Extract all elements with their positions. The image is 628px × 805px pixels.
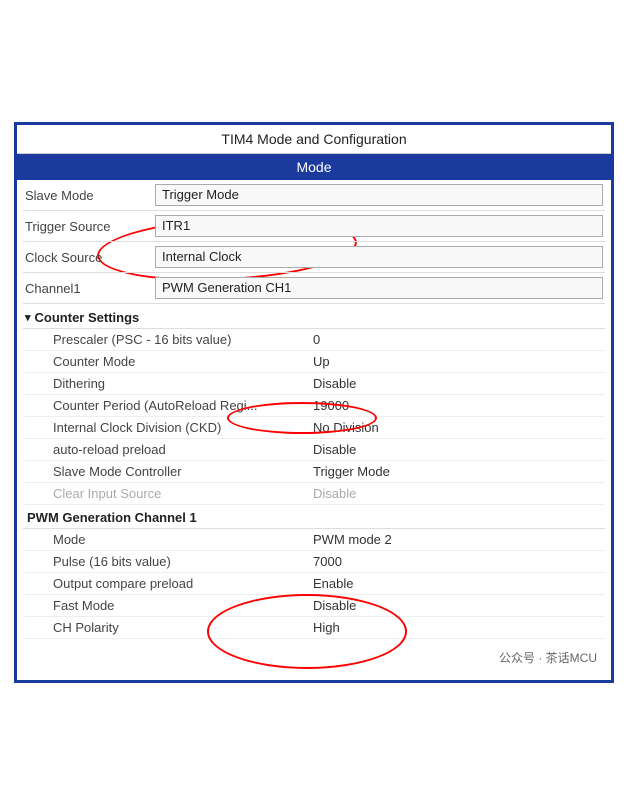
trigger-source-label: Trigger Source (25, 219, 155, 234)
ch-polarity-value: High (313, 620, 603, 635)
fast-mode-value: Disable (313, 598, 603, 613)
auto-reload-row: auto-reload preload Disable (23, 439, 605, 461)
clear-input-source-label: Clear Input Source (53, 486, 313, 501)
pulse-label: Pulse (16 bits value) (53, 554, 313, 569)
auto-reload-label: auto-reload preload (53, 442, 313, 457)
counter-settings-arrow: ▾ (25, 311, 31, 324)
clock-source-row: Clock Source Internal Clock (23, 242, 605, 273)
counter-settings-header: ▾ Counter Settings (23, 304, 605, 329)
mode-section-header: Mode (17, 154, 611, 180)
pwm-mode-row: Mode PWM mode 2 (23, 529, 605, 551)
prescaler-value: 0 (313, 332, 603, 347)
counter-mode-value: Up (313, 354, 603, 369)
pulse-row: Pulse (16 bits value) 7000 (23, 551, 605, 573)
dithering-value: Disable (313, 376, 603, 391)
internal-clock-div-row: Internal Clock Division (CKD) No Divisio… (23, 417, 605, 439)
main-content: Slave Mode Trigger Mode Trigger Source I… (17, 180, 611, 680)
counter-settings-label: Counter Settings (35, 310, 140, 325)
slave-mode-value[interactable]: Trigger Mode (155, 184, 603, 206)
trigger-source-value[interactable]: ITR1 (155, 215, 603, 237)
clock-source-label: Clock Source (25, 250, 155, 265)
clock-source-value[interactable]: Internal Clock (155, 246, 603, 268)
pulse-value: 7000 (313, 554, 603, 569)
pwm-generation-label: PWM Generation Channel 1 (27, 510, 197, 525)
trigger-source-row: Trigger Source ITR1 (23, 211, 605, 242)
dithering-label: Dithering (53, 376, 313, 391)
ch-polarity-row: CH Polarity High (23, 617, 605, 639)
counter-period-row: Counter Period (AutoReload Regi... 19000 (23, 395, 605, 417)
clear-input-source-value: Disable (313, 486, 603, 501)
channel1-row: Channel1 PWM Generation CH1 (23, 273, 605, 304)
slave-mode-controller-value: Trigger Mode (313, 464, 603, 479)
pwm-mode-value: PWM mode 2 (313, 532, 603, 547)
prescaler-label: Prescaler (PSC - 16 bits value) (53, 332, 313, 347)
channel1-label: Channel1 (25, 281, 155, 296)
slave-mode-controller-row: Slave Mode Controller Trigger Mode (23, 461, 605, 483)
output-compare-preload-label: Output compare preload (53, 576, 313, 591)
fast-mode-row: Fast Mode Disable (23, 595, 605, 617)
prescaler-row: Prescaler (PSC - 16 bits value) 0 (23, 329, 605, 351)
counter-period-value: 19000 (313, 398, 603, 413)
dithering-row: Dithering Disable (23, 373, 605, 395)
slave-mode-row: Slave Mode Trigger Mode (23, 180, 605, 211)
auto-reload-value: Disable (313, 442, 603, 457)
pwm-mode-label: Mode (53, 532, 313, 547)
output-compare-preload-row: Output compare preload Enable (23, 573, 605, 595)
counter-mode-label: Counter Mode (53, 354, 313, 369)
slave-mode-label: Slave Mode (25, 188, 155, 203)
slave-mode-controller-label: Slave Mode Controller (53, 464, 313, 479)
internal-clock-div-value: No Division (313, 420, 603, 435)
pwm-generation-header: PWM Generation Channel 1 (23, 505, 605, 529)
ch-polarity-label: CH Polarity (53, 620, 313, 635)
watermark: 公众号 · 茶话MCU (23, 639, 605, 670)
counter-period-label: Counter Period (AutoReload Regi... (53, 398, 313, 413)
window-title: TIM4 Mode and Configuration (17, 125, 611, 154)
counter-mode-row: Counter Mode Up (23, 351, 605, 373)
fast-mode-label: Fast Mode (53, 598, 313, 613)
clear-input-source-row: Clear Input Source Disable (23, 483, 605, 505)
channel1-value[interactable]: PWM Generation CH1 (155, 277, 603, 299)
output-compare-preload-value: Enable (313, 576, 603, 591)
internal-clock-div-label: Internal Clock Division (CKD) (53, 420, 313, 435)
